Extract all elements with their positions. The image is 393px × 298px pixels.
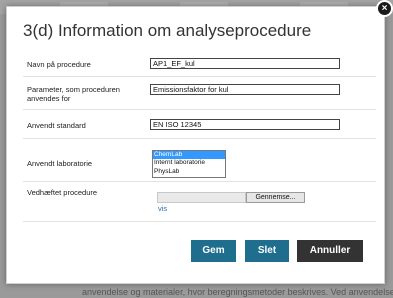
standard-field[interactable]: EN ISO 12345 xyxy=(150,119,340,130)
laboratory-option[interactable]: PhysLab xyxy=(153,168,225,176)
name-label: Navn på procedure xyxy=(27,60,91,69)
laboratory-option[interactable]: ChemLab xyxy=(153,151,225,160)
close-icon[interactable]: × xyxy=(376,0,393,17)
divider xyxy=(23,76,376,77)
dialog-title: 3(d) Information om analyseprocedure xyxy=(23,21,312,40)
divider xyxy=(23,109,376,110)
divider xyxy=(23,181,376,182)
laboratory-listbox[interactable]: ChemLab Internt laboratorie PhysLab xyxy=(152,150,226,178)
standard-label: Anvendt standard xyxy=(27,121,86,130)
background-footer-text: anvendelse og materialer, hvor beregning… xyxy=(82,287,393,297)
laboratory-option[interactable]: Internt laboratorie xyxy=(153,159,225,167)
delete-button[interactable]: Slet xyxy=(245,240,289,262)
laboratory-label: Anvendt laboratorie xyxy=(27,159,93,168)
browse-button[interactable]: Gennemse... xyxy=(246,192,305,203)
file-path-field[interactable] xyxy=(157,192,246,203)
parameter-label: Parameter, som proceduren anvendes for xyxy=(27,85,120,103)
procedure-dialog: 3(d) Information om analyseprocedure Nav… xyxy=(6,6,385,284)
divider xyxy=(23,138,376,139)
attachment-label: Vedhæftet procedure xyxy=(27,188,98,197)
save-button[interactable]: Gem xyxy=(191,240,236,262)
divider xyxy=(23,221,376,222)
name-field[interactable]: AP1_EF_kul xyxy=(150,58,340,69)
view-attachment-link[interactable]: vis xyxy=(158,204,167,213)
cancel-button[interactable]: Annuller xyxy=(297,240,363,262)
parameter-field[interactable]: Emissionsfaktor for kul xyxy=(150,84,340,95)
